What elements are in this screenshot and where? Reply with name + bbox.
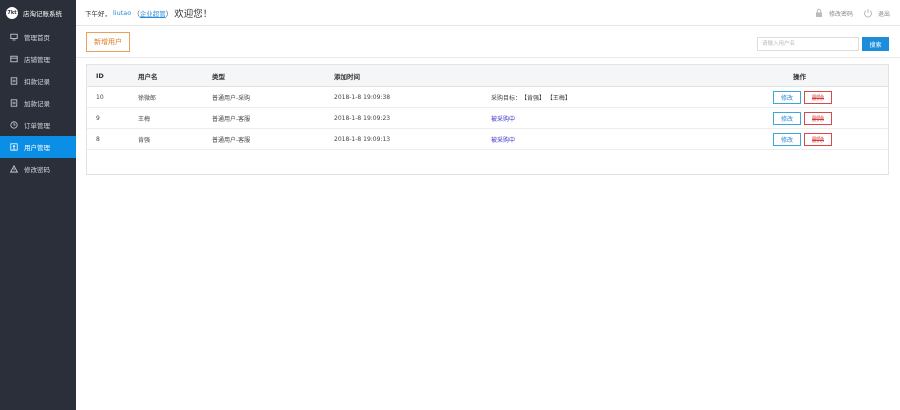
logout-link[interactable]: 退出: [863, 8, 890, 18]
delete-button[interactable]: 删除: [804, 132, 832, 146]
sidebar-item-stores[interactable]: 店铺管理: [0, 48, 76, 70]
app-title: 店淘记账系统: [23, 10, 62, 18]
divider: [76, 57, 900, 58]
column-header-ops: 操作: [793, 72, 806, 81]
table-row: 8 肯强 普通用户-客服 2018-1-8 19:09:13 被采购中 修改 删…: [87, 129, 888, 150]
cell-name: 肯强: [138, 136, 151, 144]
sidebar-item-deductions[interactable]: 扣款记录: [0, 70, 76, 92]
sidebar-item-label: 扣款记录: [24, 78, 50, 86]
cell-type: 普通用户-采购: [212, 94, 251, 102]
change-password-label: 修改密码: [828, 10, 853, 18]
edit-button[interactable]: 修改: [773, 111, 801, 125]
cell-id: 9: [96, 114, 100, 122]
delete-button[interactable]: 删除: [804, 111, 832, 125]
role-link[interactable]: 企业超管: [140, 8, 166, 18]
sidebar-item-label: 店铺管理: [24, 56, 50, 64]
note-prefix: 采购目标：: [491, 94, 522, 102]
sidebar-item-label: 修改密码: [24, 166, 50, 174]
cell-ops: 修改 删除: [773, 108, 835, 128]
cell-note: 被采购中: [491, 108, 515, 128]
sidebar-item-change-password[interactable]: 修改密码: [0, 158, 76, 180]
cell-note: 采购目标： 【肯强】 【王梅】: [491, 87, 571, 107]
search-input[interactable]: [757, 37, 859, 51]
sidebar-item-label: 订单管理: [24, 122, 50, 130]
logout-label: 退出: [877, 10, 890, 18]
top-bar: 下午好， liutao （ 企业超管 ） 欢迎您！ 修改密码 退出: [76, 0, 900, 26]
sidebar: 7kt 店淘记账系统 管理首页 店铺管理 扣款记录 加款记录 订单管理 用户管理…: [0, 0, 76, 410]
document-icon: [10, 99, 18, 107]
top-actions: 修改密码 退出: [804, 0, 890, 26]
cell-note: 被采购中: [491, 129, 515, 149]
cell-id: 10: [96, 93, 104, 101]
search-button[interactable]: 搜索: [862, 37, 889, 51]
cell-id: 8: [96, 135, 100, 143]
table-row: 9 王梅 普通用户-客服 2018-1-8 19:09:23 被采购中 修改 删…: [87, 108, 888, 129]
sidebar-item-additions[interactable]: 加款记录: [0, 92, 76, 114]
lock-icon: [815, 8, 822, 17]
column-header-type: 类型: [212, 72, 225, 81]
sidebar-item-label: 用户管理: [24, 144, 50, 152]
power-icon: [864, 9, 872, 18]
cell-ops: 修改 删除: [773, 129, 835, 149]
sidebar-item-users[interactable]: 用户管理: [0, 136, 76, 158]
welcome-text: 欢迎您！: [174, 8, 213, 20]
change-password-link[interactable]: 修改密码: [814, 8, 853, 18]
sidebar-item-label: 加款记录: [24, 100, 50, 108]
column-header-id: ID: [96, 71, 104, 80]
cell-added-time: 2018-1-8 19:09:23: [334, 114, 391, 122]
app-logo: 7kt: [6, 7, 18, 19]
greeting: 下午好， liutao （ 企业超管 ） 欢迎您！: [85, 6, 212, 20]
table-row: 10 徐微郎 普通用户-采购 2018-1-8 19:09:38 采购目标： 【…: [87, 87, 888, 108]
document-icon: [10, 77, 18, 85]
add-user-button[interactable]: 新增用户: [86, 32, 130, 52]
column-header-name: 用户名: [138, 72, 158, 81]
store-icon: [10, 55, 18, 63]
greeting-prefix: 下午好，: [85, 9, 111, 18]
cell-type: 普通用户-客服: [212, 115, 251, 123]
cell-added-time: 2018-1-8 19:09:13: [334, 135, 391, 143]
sidebar-item-home[interactable]: 管理首页: [0, 26, 76, 48]
monitor-icon: [10, 33, 18, 41]
note-tags: 【肯强】 【王梅】: [521, 94, 571, 102]
sidebar-item-orders[interactable]: 订单管理: [0, 114, 76, 136]
user-table: ID 用户名 类型 添加时间 操作 10 徐微郎 普通用户-采购 2018-1-…: [86, 64, 889, 175]
sidebar-item-label: 管理首页: [24, 34, 50, 42]
edit-button[interactable]: 修改: [773, 90, 801, 104]
delete-button[interactable]: 删除: [804, 90, 832, 104]
main-content: 新增用户 搜索 ID 用户名 类型 添加时间 操作 10 徐微郎 普通用户-采购…: [76, 26, 900, 410]
user-icon: [10, 143, 18, 151]
edit-button[interactable]: 修改: [773, 132, 801, 146]
clock-icon: [10, 121, 18, 129]
brand[interactable]: 7kt 店淘记账系统: [0, 0, 76, 26]
username[interactable]: liutao: [113, 9, 131, 17]
note-status[interactable]: 被采购中: [491, 135, 515, 144]
cell-name: 徐微郎: [138, 94, 157, 102]
role-bracket-close: ）: [165, 9, 173, 18]
cell-ops: 修改 删除: [773, 87, 835, 107]
note-status[interactable]: 被采购中: [491, 114, 515, 123]
table-header: ID 用户名 类型 添加时间 操作: [87, 65, 888, 87]
warning-icon: [10, 165, 18, 173]
cell-name: 王梅: [138, 115, 151, 123]
cell-type: 普通用户-客服: [212, 136, 251, 144]
cell-added-time: 2018-1-8 19:09:38: [334, 93, 391, 101]
column-header-added-time: 添加时间: [334, 72, 360, 81]
